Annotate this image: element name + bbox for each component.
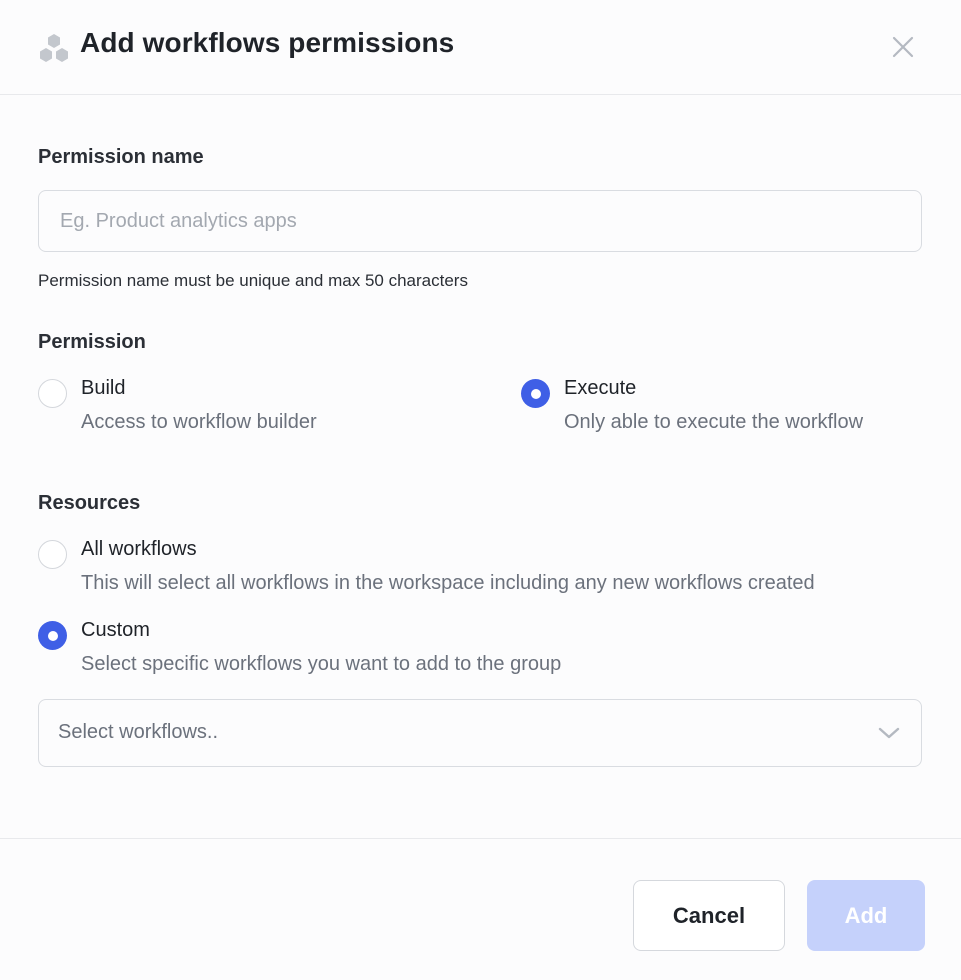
workflows-select-placeholder: Select workflows.. <box>58 721 219 743</box>
permission-name-helper-text: Permission name must be unique and max 5… <box>38 271 468 290</box>
footer-divider <box>0 838 961 839</box>
hexagon-cluster-icon <box>40 34 68 62</box>
add-button[interactable]: Add <box>807 880 925 951</box>
workflows-select[interactable]: Select workflows.. <box>38 699 922 767</box>
permission-name-input[interactable] <box>38 190 922 252</box>
resources-section-label: Resources <box>38 492 141 514</box>
permission-section-label: Permission <box>38 331 146 353</box>
build-option-description: Access to workflow builder <box>81 411 317 433</box>
modal-header: Add workflows permissions <box>0 0 961 95</box>
close-icon[interactable] <box>886 30 920 64</box>
resources-option-custom[interactable]: Custom Select specific workflows you wan… <box>38 619 918 681</box>
execute-option-description: Only able to execute the workflow <box>564 411 864 433</box>
custom-option-description: Select specific workflows you want to ad… <box>81 653 562 675</box>
permission-option-build[interactable]: Build Access to workflow builder <box>38 377 458 439</box>
resources-option-all-workflows[interactable]: All workflows This will select all workf… <box>38 538 918 600</box>
execute-radio[interactable] <box>521 379 550 408</box>
modal-title: Add workflows permissions <box>80 27 455 58</box>
all-workflows-radio[interactable] <box>38 540 67 569</box>
cancel-button[interactable]: Cancel <box>633 880 785 951</box>
permission-name-label: Permission name <box>38 146 204 168</box>
add-permissions-modal: Add workflows permissions Permission nam… <box>0 0 961 980</box>
build-option-title: Build <box>81 377 126 399</box>
permission-option-execute[interactable]: Execute Only able to execute the workflo… <box>521 377 921 439</box>
build-radio[interactable] <box>38 379 67 408</box>
custom-radio[interactable] <box>38 621 67 650</box>
chevron-down-icon <box>878 727 900 739</box>
all-workflows-option-description: This will select all workflows in the wo… <box>81 572 815 594</box>
custom-option-title: Custom <box>81 619 150 641</box>
execute-option-title: Execute <box>564 377 637 399</box>
all-workflows-option-title: All workflows <box>81 538 197 560</box>
